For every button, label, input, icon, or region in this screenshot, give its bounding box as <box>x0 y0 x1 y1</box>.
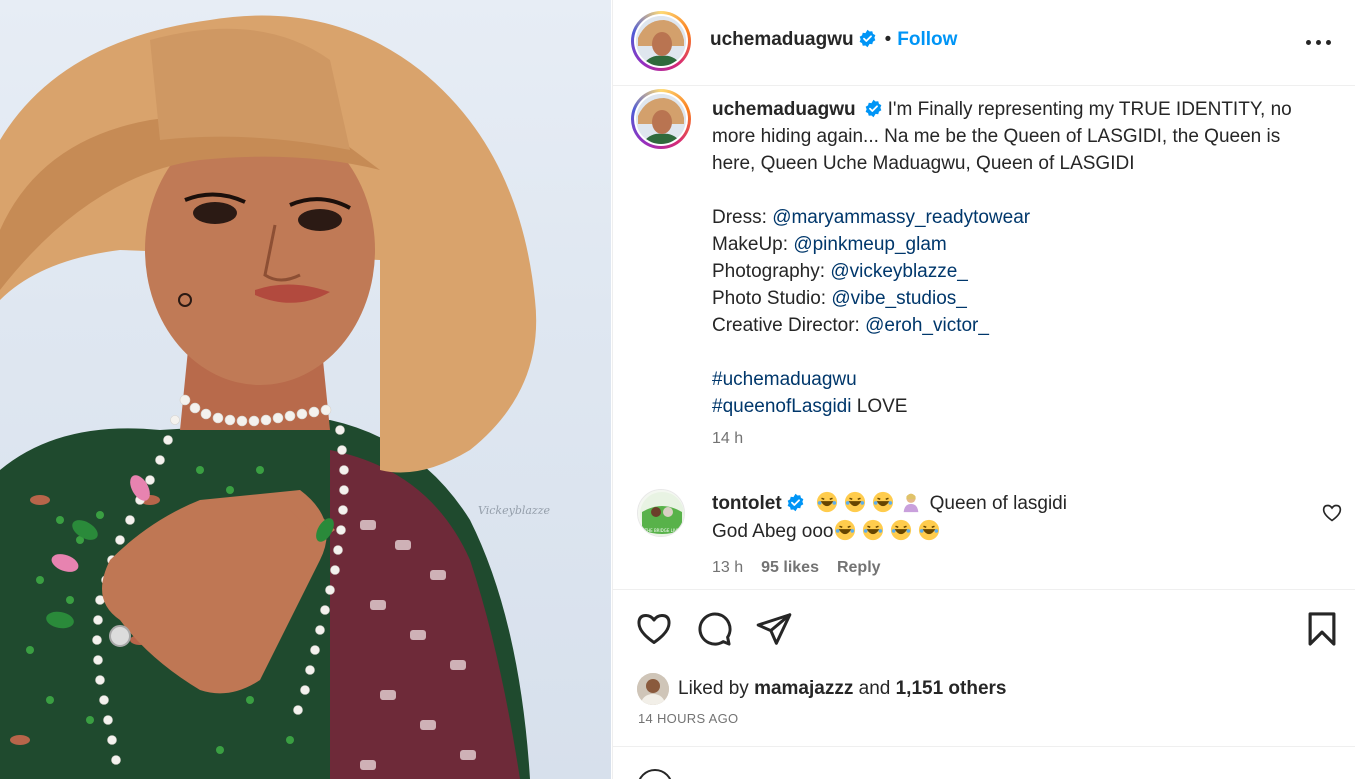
credit-line: Dress: @maryammassy_readytowear <box>712 207 1031 228</box>
liked-by-and: and <box>858 678 891 699</box>
caption-author-avatar[interactable] <box>631 89 691 149</box>
credit-line: Creative Director: @eroh_victor_ <box>712 315 989 336</box>
heart-icon[interactable] <box>635 610 673 648</box>
separator-dot: • <box>884 29 892 50</box>
reply-button[interactable]: Reply <box>837 559 881 576</box>
svg-text:THE BRIDGE LIVE: THE BRIDGE LIVE <box>644 528 680 533</box>
caption-text: uchemaduagwu I'm Finally representing my … <box>712 96 1312 420</box>
commenter-username[interactable]: tontolet <box>712 493 782 514</box>
comment-meta: 13 h 95 likes Reply <box>712 559 899 577</box>
credit-line: Photography: @vickeyblazze_ <box>712 261 968 282</box>
credit-line: MakeUp: @pinkmeup_glam <box>712 234 947 255</box>
verified-badge-icon <box>859 29 875 48</box>
laughing-emoji-icon <box>872 491 893 513</box>
credit-line: Photo Studio: @vibe_studios_ <box>712 288 967 309</box>
commenter-avatar[interactable]: THE BRIDGE LIVE <box>637 489 685 537</box>
hashtag-link[interactable]: #uchemaduagwu <box>712 369 857 390</box>
author-username[interactable]: uchemaduagwu <box>710 29 854 50</box>
comment-like-heart-icon[interactable] <box>1322 503 1342 523</box>
laughing-emoji-icon <box>834 519 855 541</box>
follow-button[interactable]: Follow <box>897 29 957 50</box>
likes-count-link[interactable]: 1,151 others <box>896 678 1007 700</box>
mention-link[interactable]: @vickeyblazze_ <box>830 261 968 282</box>
avatar-image <box>636 94 686 144</box>
laughing-emoji-icon <box>816 491 837 513</box>
comment-item: THE BRIDGE LIVE tontolet Queen of lasgidi… <box>613 487 1355 587</box>
caption-suffix: LOVE <box>851 396 908 417</box>
avatar-image <box>637 673 669 705</box>
verified-badge-icon <box>865 99 881 118</box>
photo-watermark: Vickeyblazze <box>478 504 551 517</box>
verified-badge-icon <box>787 493 803 512</box>
laughing-emoji-icon <box>918 519 939 541</box>
comment-text: tontolet Queen of lasgidi God Abeg ooo <box>712 490 1302 546</box>
post-photo[interactable]: Vickeyblazze <box>0 0 611 779</box>
author-avatar[interactable] <box>631 11 691 71</box>
hashtag-link[interactable]: #queenofLasgidi <box>712 396 851 417</box>
add-comment-bar <box>613 746 1355 779</box>
post-details-panel: uchemaduagwu • Follow uchemaduagwu I'm Fina… <box>612 0 1355 779</box>
post-header: uchemaduagwu • Follow <box>613 0 1355 86</box>
avatar-image <box>636 16 686 66</box>
post-photo-illustration: Vickeyblazze <box>0 15 551 779</box>
comment-likes-count[interactable]: 95 likes <box>761 559 819 576</box>
caption-timestamp[interactable]: 14 h <box>712 430 743 448</box>
header-user: uchemaduagwu • Follow <box>710 29 957 51</box>
post-age: 14 HOURS AGO <box>638 711 739 726</box>
comment-icon[interactable] <box>695 610 733 648</box>
post-actions-bar <box>613 589 1355 669</box>
liked-by-summary: Liked by mamajazzz and 1,151 others <box>637 673 1007 705</box>
mention-link[interactable]: @maryammassy_readytowear <box>772 207 1030 228</box>
person-emoji-icon <box>903 493 918 513</box>
comment-line1: Queen of lasgidi <box>929 493 1067 514</box>
mention-link[interactable]: @pinkmeup_glam <box>793 234 946 255</box>
laughing-emoji-icon <box>844 491 865 513</box>
caption-author-username[interactable]: uchemaduagwu <box>712 99 856 120</box>
comment-line2: God Abeg ooo <box>712 521 834 542</box>
liker-avatar[interactable] <box>637 673 669 705</box>
liked-by-user[interactable]: mamajazzz <box>754 678 853 700</box>
mention-link[interactable]: @eroh_victor_ <box>865 315 989 336</box>
avatar-image: THE BRIDGE LIVE <box>638 490 684 536</box>
laughing-emoji-icon <box>862 519 883 541</box>
bookmark-icon[interactable] <box>1303 610 1341 648</box>
emoji-icon[interactable] <box>637 769 673 779</box>
liked-by-prefix: Liked by <box>678 678 749 699</box>
mention-link[interactable]: @vibe_studios_ <box>831 288 966 309</box>
more-options-icon[interactable] <box>1306 30 1332 54</box>
laughing-emoji-icon <box>890 519 911 541</box>
comment-timestamp[interactable]: 13 h <box>712 559 743 576</box>
share-icon[interactable] <box>755 610 793 648</box>
